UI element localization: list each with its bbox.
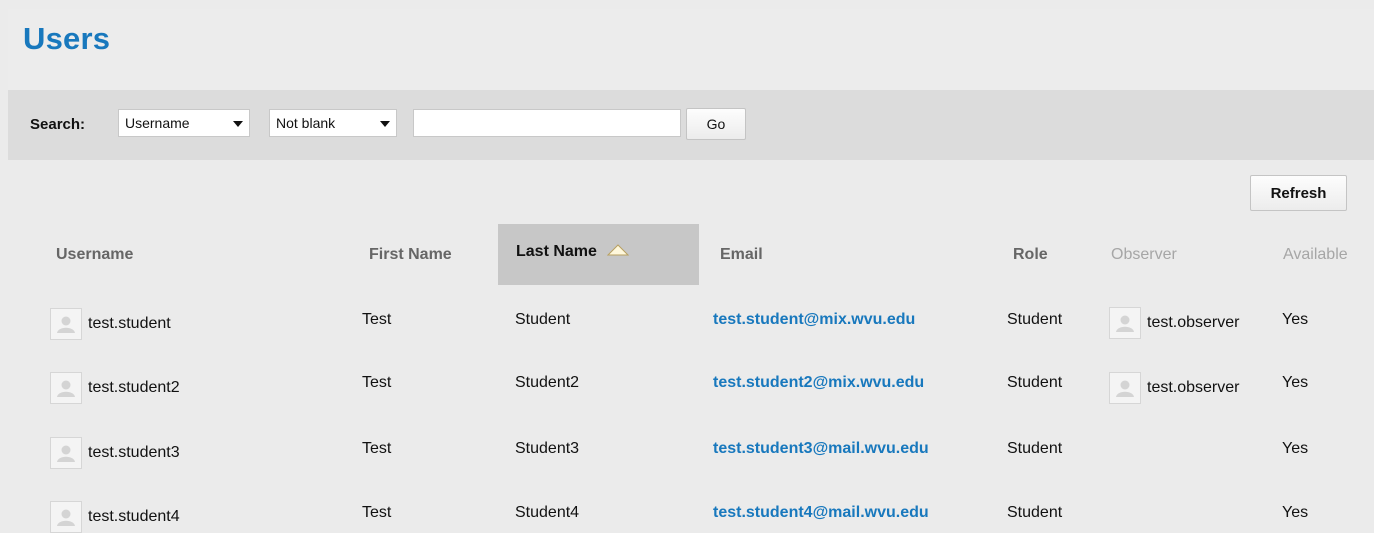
page-header: Users bbox=[8, 9, 1374, 90]
column-header-last-name[interactable]: Last Name bbox=[498, 224, 699, 285]
column-header-available: Available bbox=[1283, 246, 1348, 263]
last-name-cell: Student bbox=[515, 311, 571, 328]
observer-name: test.observer bbox=[1147, 314, 1240, 331]
user-avatar-icon bbox=[50, 437, 82, 469]
observer-cell[interactable]: test.observer bbox=[1109, 372, 1239, 404]
refresh-button[interactable]: Refresh bbox=[1250, 175, 1347, 211]
chevron-down-icon bbox=[233, 121, 243, 127]
first-name-cell: Test bbox=[362, 440, 392, 457]
email-link[interactable]: test.student@mix.wvu.edu bbox=[713, 311, 915, 329]
column-header-email[interactable]: Email bbox=[720, 224, 763, 285]
page-title: Users bbox=[23, 21, 111, 56]
role-cell: Student bbox=[1007, 311, 1063, 328]
username-text: test.student4 bbox=[88, 508, 180, 525]
search-field-value: Username bbox=[125, 115, 190, 131]
column-header-last-name-label: Last Name bbox=[516, 243, 597, 260]
email-link[interactable]: test.student3@mail.wvu.edu bbox=[713, 440, 929, 458]
user-avatar-icon bbox=[1109, 372, 1141, 404]
search-label: Search: bbox=[30, 116, 86, 133]
column-header-username[interactable]: Username bbox=[56, 224, 133, 285]
email-link[interactable]: test.student4@mail.wvu.edu bbox=[713, 504, 929, 522]
sort-ascending-icon bbox=[607, 244, 630, 256]
email-link[interactable]: test.student2@mix.wvu.edu bbox=[713, 374, 924, 392]
search-bar: Search: Username Not blank Go bbox=[8, 90, 1374, 160]
observer-cell[interactable]: test.observer bbox=[1109, 307, 1239, 339]
username-text: test.student bbox=[88, 315, 171, 332]
first-name-cell: Test bbox=[362, 374, 392, 391]
available-cell: Yes bbox=[1282, 504, 1309, 521]
column-header-observer: Observer bbox=[1111, 246, 1177, 263]
first-name-cell: Test bbox=[362, 504, 392, 521]
table-row-username[interactable]: test.student2 bbox=[50, 372, 180, 404]
search-operator-value: Not blank bbox=[276, 115, 336, 131]
available-cell: Yes bbox=[1282, 374, 1309, 391]
user-avatar-icon bbox=[50, 501, 82, 533]
role-cell: Student bbox=[1007, 504, 1063, 521]
go-button[interactable]: Go bbox=[686, 108, 746, 140]
last-name-cell: Student3 bbox=[515, 440, 580, 457]
available-cell: Yes bbox=[1282, 440, 1309, 457]
table-row-username[interactable]: test.student3 bbox=[50, 437, 180, 469]
column-header-first-name[interactable]: First Name bbox=[369, 224, 452, 285]
user-avatar-icon bbox=[50, 308, 82, 340]
table-row-username[interactable]: test.student bbox=[50, 308, 171, 340]
user-avatar-icon bbox=[50, 372, 82, 404]
search-field-select[interactable]: Username bbox=[118, 109, 250, 137]
search-input[interactable] bbox=[413, 109, 681, 137]
available-cell: Yes bbox=[1282, 311, 1309, 328]
last-name-cell: Student4 bbox=[515, 504, 580, 521]
first-name-cell: Test bbox=[362, 311, 392, 328]
user-avatar-icon bbox=[1109, 307, 1141, 339]
chevron-down-icon bbox=[380, 121, 390, 127]
username-text: test.student3 bbox=[88, 444, 180, 461]
username-text: test.student2 bbox=[88, 379, 180, 396]
role-cell: Student bbox=[1007, 440, 1063, 457]
column-header-role[interactable]: Role bbox=[1013, 224, 1048, 285]
observer-name: test.observer bbox=[1147, 379, 1240, 396]
table-row-username[interactable]: test.student4 bbox=[50, 501, 180, 533]
search-operator-select[interactable]: Not blank bbox=[269, 109, 397, 137]
last-name-cell: Student2 bbox=[515, 374, 580, 391]
role-cell: Student bbox=[1007, 374, 1063, 391]
